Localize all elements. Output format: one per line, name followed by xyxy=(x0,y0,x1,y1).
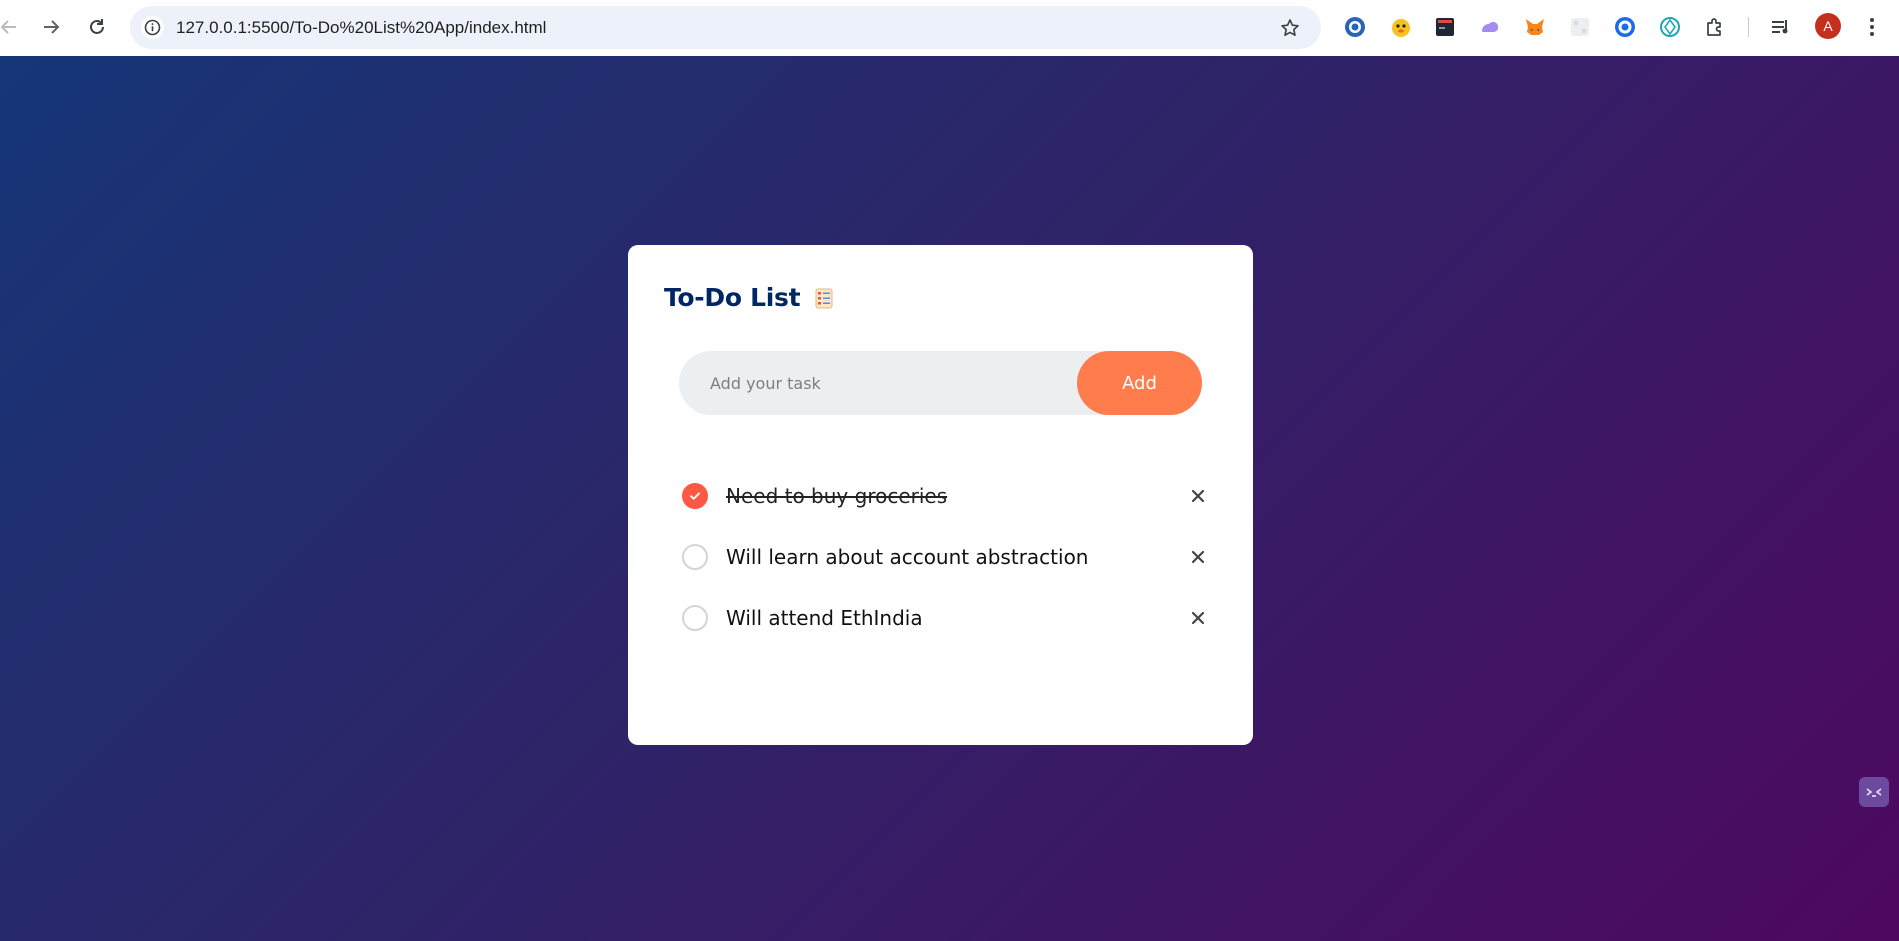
task-text[interactable]: Need to buy groceries xyxy=(726,484,947,508)
remove-task-icon[interactable] xyxy=(1184,482,1212,510)
checked-circle-icon[interactable] xyxy=(682,482,708,509)
media-queue-icon[interactable] xyxy=(1768,14,1794,40)
site-info-icon[interactable] xyxy=(141,16,164,39)
address-bar[interactable]: 127.0.0.1:5500/To-Do%20List%20App/index.… xyxy=(130,6,1321,49)
bookmark-star-icon[interactable] xyxy=(1277,15,1303,41)
page-background: To-Do List Add Need to buy groceries xyxy=(0,56,1899,941)
task-list: Need to buy groceries Will learn about a… xyxy=(682,465,1212,648)
forward-icon[interactable] xyxy=(38,14,64,40)
add-button[interactable]: Add xyxy=(1077,351,1202,415)
todo-card: To-Do List Add Need to buy groceries xyxy=(628,245,1253,745)
terminal-ext-icon[interactable] xyxy=(1432,14,1458,40)
checklist-icon xyxy=(813,287,835,309)
crystal-ext-icon[interactable] xyxy=(1657,14,1683,40)
url-text[interactable]: 127.0.0.1:5500/To-Do%20List%20App/index.… xyxy=(176,6,546,49)
task-input-row: Add xyxy=(679,351,1202,415)
metamask-fox-icon[interactable] xyxy=(1522,14,1548,40)
puzzle-extensions-icon[interactable] xyxy=(1702,14,1728,40)
remove-task-icon[interactable] xyxy=(1184,543,1212,571)
browser-menu-icon[interactable] xyxy=(1859,14,1885,40)
unchecked-circle-icon[interactable] xyxy=(682,543,708,570)
unchecked-circle-icon[interactable] xyxy=(682,604,708,631)
toolbar-separator xyxy=(1748,17,1749,37)
profile-avatar[interactable]: A xyxy=(1815,13,1841,39)
duck-ext-icon[interactable] xyxy=(1388,14,1414,40)
browser-toolbar: 127.0.0.1:5500/To-Do%20List%20App/index.… xyxy=(0,0,1899,56)
task-input[interactable] xyxy=(679,351,1079,415)
app-title: To-Do List xyxy=(664,283,801,312)
grid-ext-icon[interactable] xyxy=(1567,14,1593,40)
cloud-ext-icon[interactable] xyxy=(1477,14,1503,40)
target-ext-icon[interactable] xyxy=(1612,14,1638,40)
remove-task-icon[interactable] xyxy=(1184,604,1212,632)
title-row: To-Do List xyxy=(664,283,835,312)
task-text[interactable]: Will learn about account abstraction xyxy=(726,545,1088,569)
back-icon[interactable] xyxy=(0,14,22,40)
assistant-widget-icon[interactable] xyxy=(1859,777,1889,807)
edge-ext-icon[interactable] xyxy=(1342,14,1368,40)
task-text[interactable]: Will attend EthIndia xyxy=(726,606,923,630)
task-item[interactable]: Will attend EthIndia xyxy=(682,587,1212,648)
task-item[interactable]: Need to buy groceries xyxy=(682,465,1212,526)
task-item[interactable]: Will learn about account abstraction xyxy=(682,526,1212,587)
reload-icon[interactable] xyxy=(84,14,110,40)
